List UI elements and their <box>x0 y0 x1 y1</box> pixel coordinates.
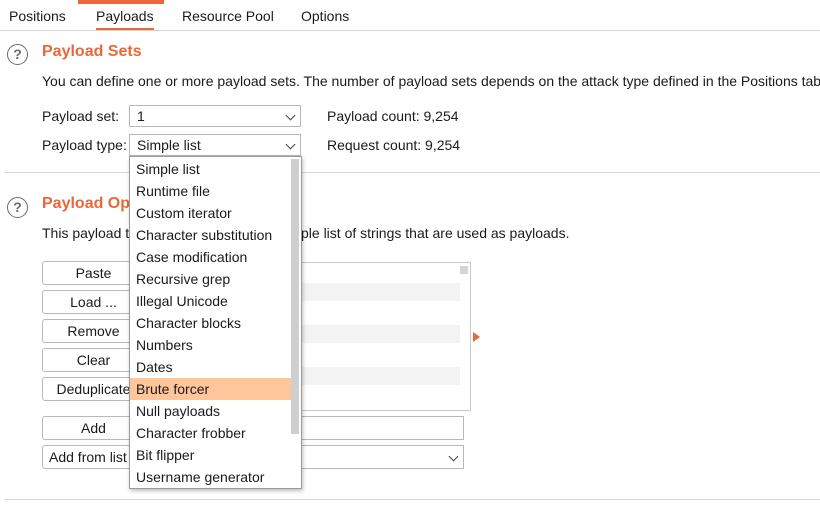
tab-positions[interactable]: Positions <box>9 8 66 30</box>
dropdown-option-dates[interactable]: Dates <box>130 356 291 378</box>
payload-sets-title: Payload Sets <box>42 43 142 60</box>
payload-type-value: Simple list <box>137 137 201 153</box>
dropdown-option-username-generator[interactable]: Username generator <box>130 466 291 488</box>
active-tab-accent <box>78 0 164 4</box>
chevron-down-icon <box>285 139 296 150</box>
add-item-input[interactable] <box>296 416 464 440</box>
list-item <box>297 367 460 385</box>
section-divider <box>4 499 820 500</box>
dropdown-scrollbar[interactable] <box>291 159 299 434</box>
dropdown-option-runtime-file[interactable]: Runtime file <box>130 180 291 202</box>
dropdown-option-bit-flipper[interactable]: Bit flipper <box>130 444 291 466</box>
dropdown-option-numbers[interactable]: Numbers <box>130 334 291 356</box>
dropdown-option-case-modification[interactable]: Case modification <box>130 246 291 268</box>
tab-payloads[interactable]: Payloads <box>96 8 154 30</box>
payload-options-description-start: This payload ty <box>42 225 137 241</box>
help-icon[interactable]: ? <box>7 197 28 218</box>
list-item <box>297 325 460 343</box>
tab-bar: Positions Payloads Resource Pool Options <box>0 0 820 31</box>
payload-type-dropdown[interactable]: Simple list Runtime file Custom iterator Ch… <box>129 156 302 489</box>
dropdown-option-recursive-grep[interactable]: Recursive grep <box>130 268 291 290</box>
dropdown-option-character-frobber[interactable]: Character frobber <box>130 422 291 444</box>
payload-type-label: Payload type: <box>42 137 127 153</box>
dropdown-option-brute-forcer[interactable]: Brute forcer <box>130 378 291 400</box>
expand-arrow-icon[interactable] <box>473 332 480 342</box>
dropdown-option-null-payloads[interactable]: Null payloads <box>130 400 291 422</box>
dropdown-option-character-substitution[interactable]: Character substitution <box>130 224 291 246</box>
payload-sets-description: You can define one or more payload sets.… <box>42 73 820 89</box>
list-scrollbar[interactable] <box>460 266 468 274</box>
payload-options-title: Payload Op <box>42 195 131 212</box>
payload-type-select[interactable]: Simple list <box>129 134 301 156</box>
chevron-down-icon <box>448 451 459 462</box>
chevron-down-icon <box>285 110 296 121</box>
list-item <box>297 283 460 301</box>
dropdown-option-illegal-unicode[interactable]: Illegal Unicode <box>130 290 291 312</box>
dropdown-option-character-blocks[interactable]: Character blocks <box>130 312 291 334</box>
payload-set-value: 1 <box>137 108 145 124</box>
payload-set-select[interactable]: 1 <box>129 105 301 127</box>
dropdown-option-custom-iterator[interactable]: Custom iterator <box>130 202 291 224</box>
section-divider <box>4 172 820 173</box>
add-from-list-select[interactable] <box>296 445 464 469</box>
dropdown-option-simple-list[interactable]: Simple list <box>130 158 291 180</box>
help-icon[interactable]: ? <box>7 44 28 65</box>
payload-options-description-end: ple list of strings that are used as pay… <box>301 225 570 241</box>
tab-resource-pool[interactable]: Resource Pool <box>182 8 274 30</box>
payload-count: Payload count: 9,254 <box>327 108 459 124</box>
payload-set-label: Payload set: <box>42 108 120 124</box>
request-count: Request count: 9,254 <box>327 137 461 153</box>
tab-options[interactable]: Options <box>301 8 349 30</box>
payload-list[interactable] <box>296 262 471 411</box>
